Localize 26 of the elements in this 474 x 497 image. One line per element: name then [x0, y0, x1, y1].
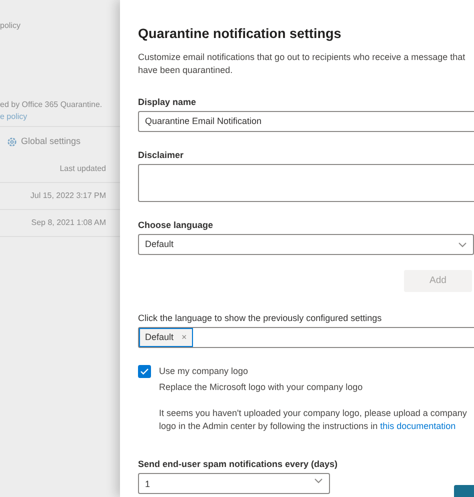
hint-text: Replace the Microsoft logo with your company logo — [159, 381, 364, 394]
description-text: Customize email notifications that go out to recipients who receive a message that have been quarantined. — [138, 51, 466, 77]
frequency-dropdown[interactable]: 1 — [138, 473, 330, 494]
panel-title: Quarantine notification settings — [138, 25, 342, 42]
field-label: Click the language to show the previously configured settings — [138, 312, 383, 324]
gear-icon — [7, 136, 17, 146]
field-label: Choose language — [138, 219, 214, 231]
text-field[interactable]: Quarantine Email Notification — [138, 111, 474, 132]
chevron-icon — [458, 242, 467, 248]
field-label: Display name — [138, 96, 198, 108]
description-text: ed by Office 365 Quarantine. — [0, 99, 104, 111]
heading-text: policy — [0, 20, 22, 32]
table-cell: Jul 15, 2022 3:17 PM — [30, 190, 106, 202]
table-cell: Sep 8, 2021 1:08 AM — [31, 217, 106, 229]
documentation-link[interactable]: this documentation — [380, 421, 456, 431]
field-label: Send end-user spam notifications every (days) — [138, 458, 339, 470]
language-tag-field[interactable]: Default × — [138, 327, 474, 348]
text-area[interactable] — [138, 164, 474, 202]
language-dropdown[interactable]: Default — [138, 234, 474, 255]
column-header: Last updated — [60, 163, 106, 175]
info-text: It seems you haven't uploaded your company logo, please upload a company logo in the Admin center by following the instructions in this documentation — [159, 407, 468, 433]
checkbox[interactable] — [138, 365, 151, 378]
checkbox-label: Use my company logo — [159, 365, 248, 378]
chevron-icon — [314, 478, 323, 484]
field-label: Disclaimer — [138, 149, 185, 161]
language-tag[interactable]: Default × — [139, 328, 193, 347]
